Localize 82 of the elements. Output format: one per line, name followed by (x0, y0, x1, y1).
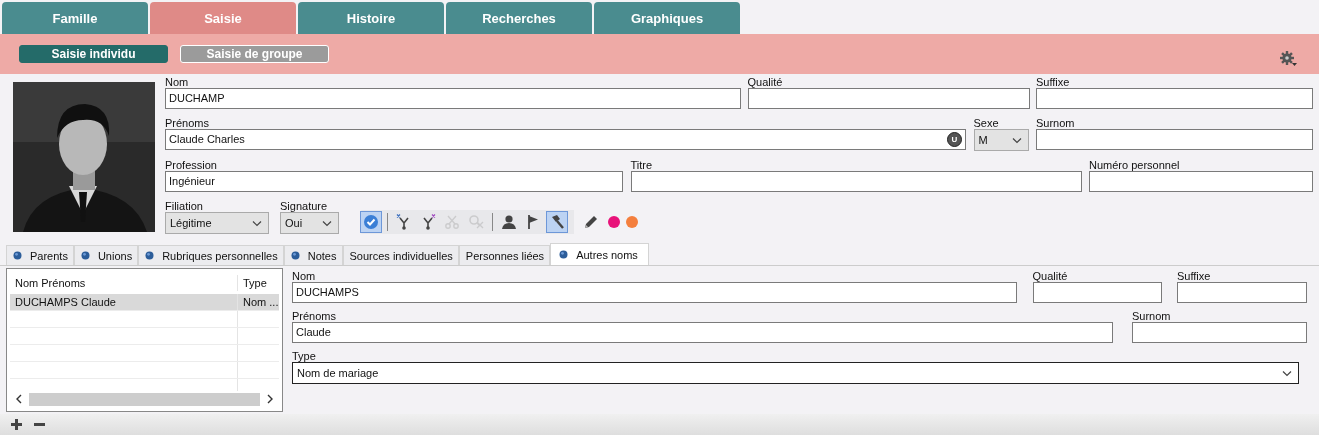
color-dot[interactable] (608, 216, 620, 228)
column-header[interactable]: Type (238, 275, 279, 291)
u-badge[interactable]: U (947, 132, 962, 147)
person-icon (501, 214, 517, 230)
chevron-down-icon (1282, 369, 1292, 377)
field-label: Surnom (1036, 117, 1076, 129)
chevron-down-icon (252, 219, 262, 227)
field-label: Numéro personnel (1089, 159, 1181, 171)
dropdown[interactable]: M (973, 129, 1029, 151)
list-row[interactable]: DUCHAMPS Claude Nom ... (10, 294, 279, 311)
mode-button[interactable]: Saisie individu (19, 45, 168, 63)
field-label: Suffixe (1177, 270, 1212, 282)
text-field[interactable]: Ingénieur (165, 171, 623, 192)
dropdown[interactable]: Légitime (165, 212, 269, 234)
plus-icon (11, 419, 22, 430)
status-dot-icon (13, 251, 22, 260)
field-label: Qualité (1032, 270, 1069, 282)
settings-button[interactable] (1279, 50, 1297, 66)
fork-icon (420, 214, 436, 230)
tab[interactable]: Histoire (298, 2, 444, 34)
text-field[interactable]: DUCHAMP (165, 88, 741, 109)
text-field[interactable] (1089, 171, 1313, 192)
circle-cross-icon (468, 214, 484, 230)
flag-icon (525, 214, 541, 230)
field-label: Surnom (1132, 310, 1172, 322)
tab[interactable]: Parents (6, 245, 74, 265)
field-label: Nom (165, 76, 190, 88)
tab[interactable]: Autres noms (550, 243, 649, 265)
tab[interactable]: Unions (73, 245, 139, 265)
tab[interactable]: Rubriques personnelles (138, 245, 284, 265)
names-list[interactable]: Nom Prénoms Type DUCHAMPS Claude Nom ... (6, 268, 283, 412)
text-field[interactable]: Claude Charles U (165, 129, 966, 150)
hammer-button[interactable] (546, 211, 568, 233)
chevron-down-icon (322, 219, 332, 227)
settings-icon (1279, 50, 1297, 66)
status-dot-icon (559, 250, 569, 259)
check-icon (363, 214, 379, 230)
text-field[interactable] (1032, 282, 1162, 303)
scissors-icon (444, 214, 460, 230)
text-field[interactable] (1177, 282, 1307, 303)
tab[interactable]: Recherches (446, 2, 592, 34)
text-field[interactable] (630, 171, 1082, 192)
field-label: Filiation (165, 200, 204, 212)
text-field[interactable]: Claude (292, 322, 1113, 343)
table-cell: DUCHAMPS Claude (10, 294, 238, 310)
scrollbar-thumb[interactable] (29, 392, 260, 406)
field-label: Profession (165, 159, 218, 171)
field-label: Sexe (973, 117, 1000, 129)
field-label: Prénoms (292, 310, 338, 322)
chevron-down-icon (1011, 136, 1022, 144)
hammer-icon (549, 214, 565, 230)
fork-icon (396, 214, 412, 230)
check-button[interactable] (360, 211, 382, 233)
scroll-left-icon (15, 394, 23, 404)
status-dot-icon (290, 251, 300, 260)
field-label: Titre (630, 159, 654, 171)
field-label: Qualité (747, 76, 784, 88)
field-label: Nom (292, 270, 317, 282)
field-label: Prénoms (165, 117, 211, 129)
text-field[interactable] (747, 88, 1030, 109)
tab[interactable]: Graphiques (594, 2, 740, 34)
table-cell-text: Nom ... (242, 295, 279, 310)
tab[interactable]: Famille (2, 2, 148, 34)
status-dot-icon (145, 251, 155, 260)
pencil-icon (583, 214, 599, 230)
text-field[interactable]: DUCHAMPS (292, 282, 1017, 303)
text-field[interactable] (1132, 322, 1307, 343)
dropdown[interactable]: Nom de mariage (292, 362, 1299, 384)
tab[interactable]: Sources individuelles (342, 245, 459, 265)
tab[interactable]: Notes (283, 245, 343, 265)
dropdown[interactable]: Oui (280, 212, 339, 234)
scroll-right-icon (266, 394, 274, 404)
tab[interactable]: Personnes liées (458, 245, 551, 265)
field-label: Signature (280, 200, 329, 212)
column-header[interactable]: Nom Prénoms (10, 275, 238, 291)
field-label: Suffixe (1036, 76, 1071, 88)
text-field[interactable] (1036, 88, 1313, 109)
status-dot-icon (80, 251, 90, 260)
add-button[interactable] (11, 419, 22, 430)
text-field[interactable] (1036, 129, 1313, 150)
field-label: Type (292, 350, 317, 362)
color-dot[interactable] (626, 216, 638, 228)
